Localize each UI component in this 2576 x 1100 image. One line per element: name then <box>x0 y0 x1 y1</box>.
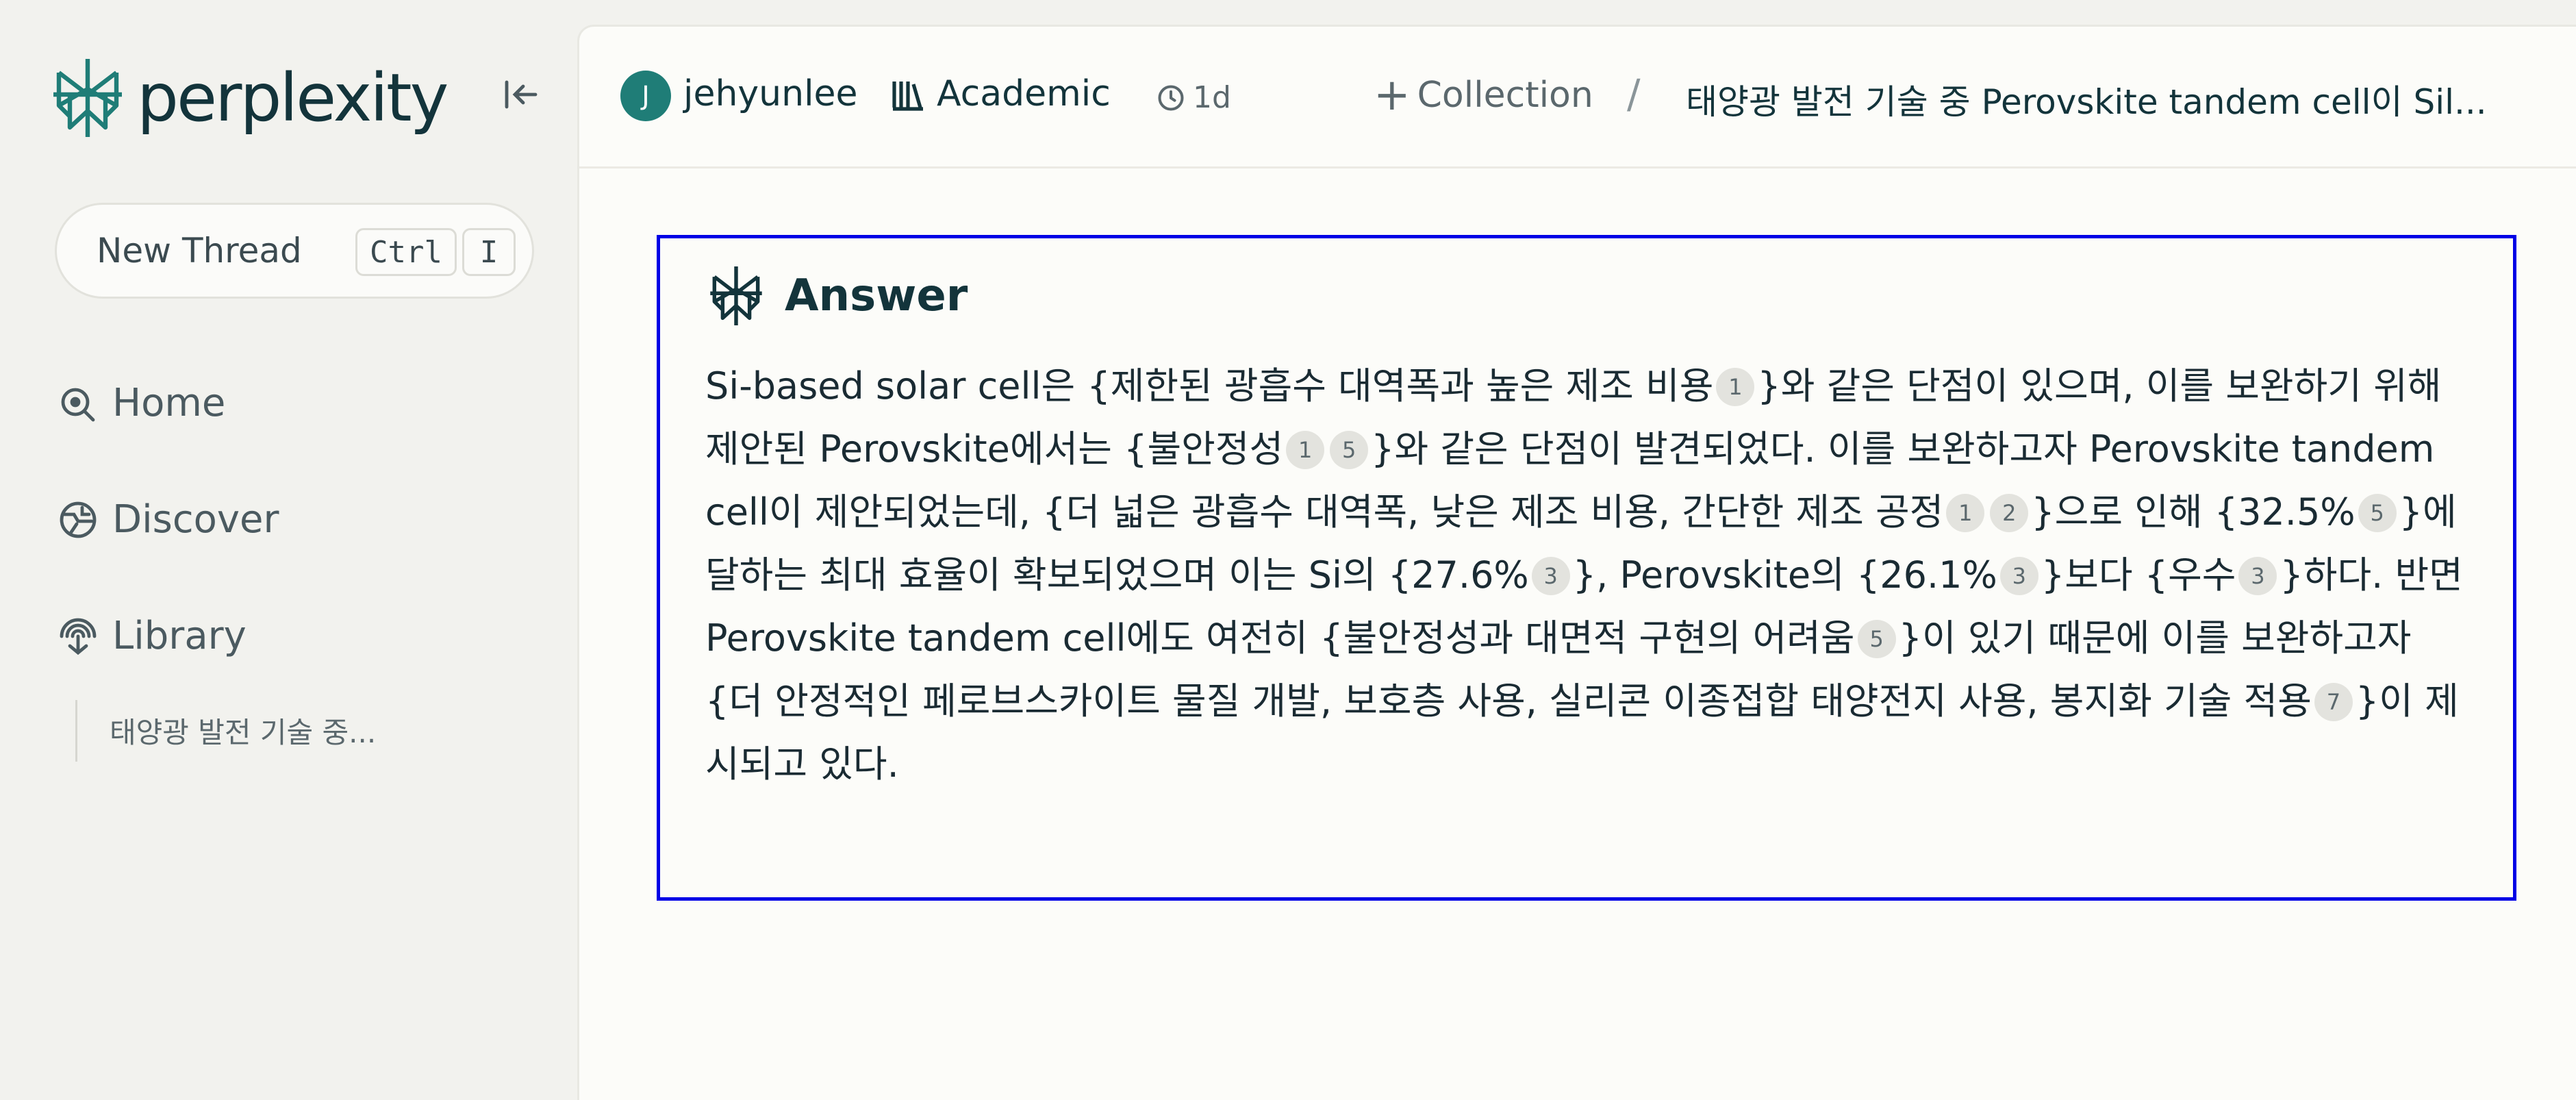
sidebar-item-label: Discover <box>112 497 279 542</box>
citation-badge[interactable]: 7 <box>2314 683 2353 721</box>
focus-mode-label: Academic <box>937 73 1111 114</box>
collapse-sidebar-button[interactable] <box>500 74 541 115</box>
answer-text-run: }으로 인해 {32.5% <box>2031 490 2356 534</box>
answer-heading: Answer <box>785 271 968 321</box>
app-window: perplexity New Thread Ctrl I Home Discov… <box>0 0 2576 1100</box>
brand-name: perplexity <box>137 60 449 136</box>
collection-label: Collection <box>1417 75 1593 116</box>
collapse-left-icon <box>505 80 538 109</box>
citation-badge[interactable]: 3 <box>1999 557 2038 595</box>
plus-icon: + <box>1374 70 1411 121</box>
citation-badge[interactable]: 3 <box>1531 557 1570 595</box>
breadcrumb-separator: / <box>1627 71 1641 117</box>
library-icon <box>60 618 97 655</box>
focus-mode-badge[interactable]: Academic <box>889 73 1111 114</box>
citation-badge[interactable]: 5 <box>1857 620 1896 658</box>
clock-icon <box>1158 84 1184 111</box>
username[interactable]: jehyunlee <box>683 73 858 114</box>
sidebar-item-library[interactable]: Library <box>58 614 247 658</box>
answer-section: Answer Si-based solar cell은 {제한된 광흡수 대역폭… <box>657 235 2516 901</box>
discover-icon <box>60 501 97 538</box>
citation-badge[interactable]: 1 <box>1946 494 1985 532</box>
sidebar-item-home[interactable]: Home <box>58 381 225 425</box>
books-icon <box>892 82 923 111</box>
thread-header: J jehyunlee Academic 1d + Collection / 태… <box>579 27 2576 168</box>
shortcut-ctrl-key: Ctrl <box>355 228 457 276</box>
main-panel: J jehyunlee Academic 1d + Collection / 태… <box>577 25 2576 1100</box>
avatar[interactable]: J <box>620 71 671 121</box>
answer-text-run: }보다 {우수 <box>2041 553 2236 597</box>
thread-title: 태양광 발전 기술 중 Perovskite tandem cell이 Sil.… <box>1686 82 2487 122</box>
perplexity-logo-icon <box>53 59 122 137</box>
citation-badge[interactable]: 1 <box>1286 431 1325 469</box>
answer-header: Answer <box>708 264 968 327</box>
library-thread-item[interactable]: 태양광 발전 기술 중... <box>110 710 376 751</box>
answer-text-run: }, Perovskite의 {26.1% <box>1572 553 1997 597</box>
home-icon <box>61 388 95 421</box>
shortcut-i-key: I <box>462 228 516 276</box>
brand-logo[interactable]: perplexity <box>51 56 449 140</box>
sidebar-item-label: Library <box>112 614 247 658</box>
citation-badge[interactable]: 3 <box>2238 557 2277 595</box>
library-thread-divider <box>75 700 77 762</box>
thread-age: 1d <box>1156 80 1231 115</box>
thread-age-label: 1d <box>1193 80 1231 115</box>
citation-badge[interactable]: 1 <box>1716 368 1755 406</box>
citation-badge[interactable]: 5 <box>2358 494 2397 532</box>
citation-badge[interactable]: 2 <box>1990 494 2029 532</box>
citation-badge[interactable]: 5 <box>1330 431 1369 469</box>
answer-text-run: Si-based solar cell은 {제한된 광흡수 대역폭과 높은 제조… <box>705 364 1714 408</box>
sidebar-item-discover[interactable]: Discover <box>58 497 279 542</box>
sidebar: perplexity New Thread Ctrl I Home Discov… <box>0 0 577 1100</box>
perplexity-logo-icon <box>710 266 762 325</box>
new-thread-button[interactable]: New Thread Ctrl I <box>55 203 534 299</box>
answer-body: Si-based solar cell은 {제한된 광흡수 대역폭과 높은 제조… <box>705 355 2472 796</box>
new-thread-label: New Thread <box>97 231 302 271</box>
add-to-collection-button[interactable]: + Collection <box>1374 73 1593 117</box>
sidebar-item-label: Home <box>112 381 226 425</box>
